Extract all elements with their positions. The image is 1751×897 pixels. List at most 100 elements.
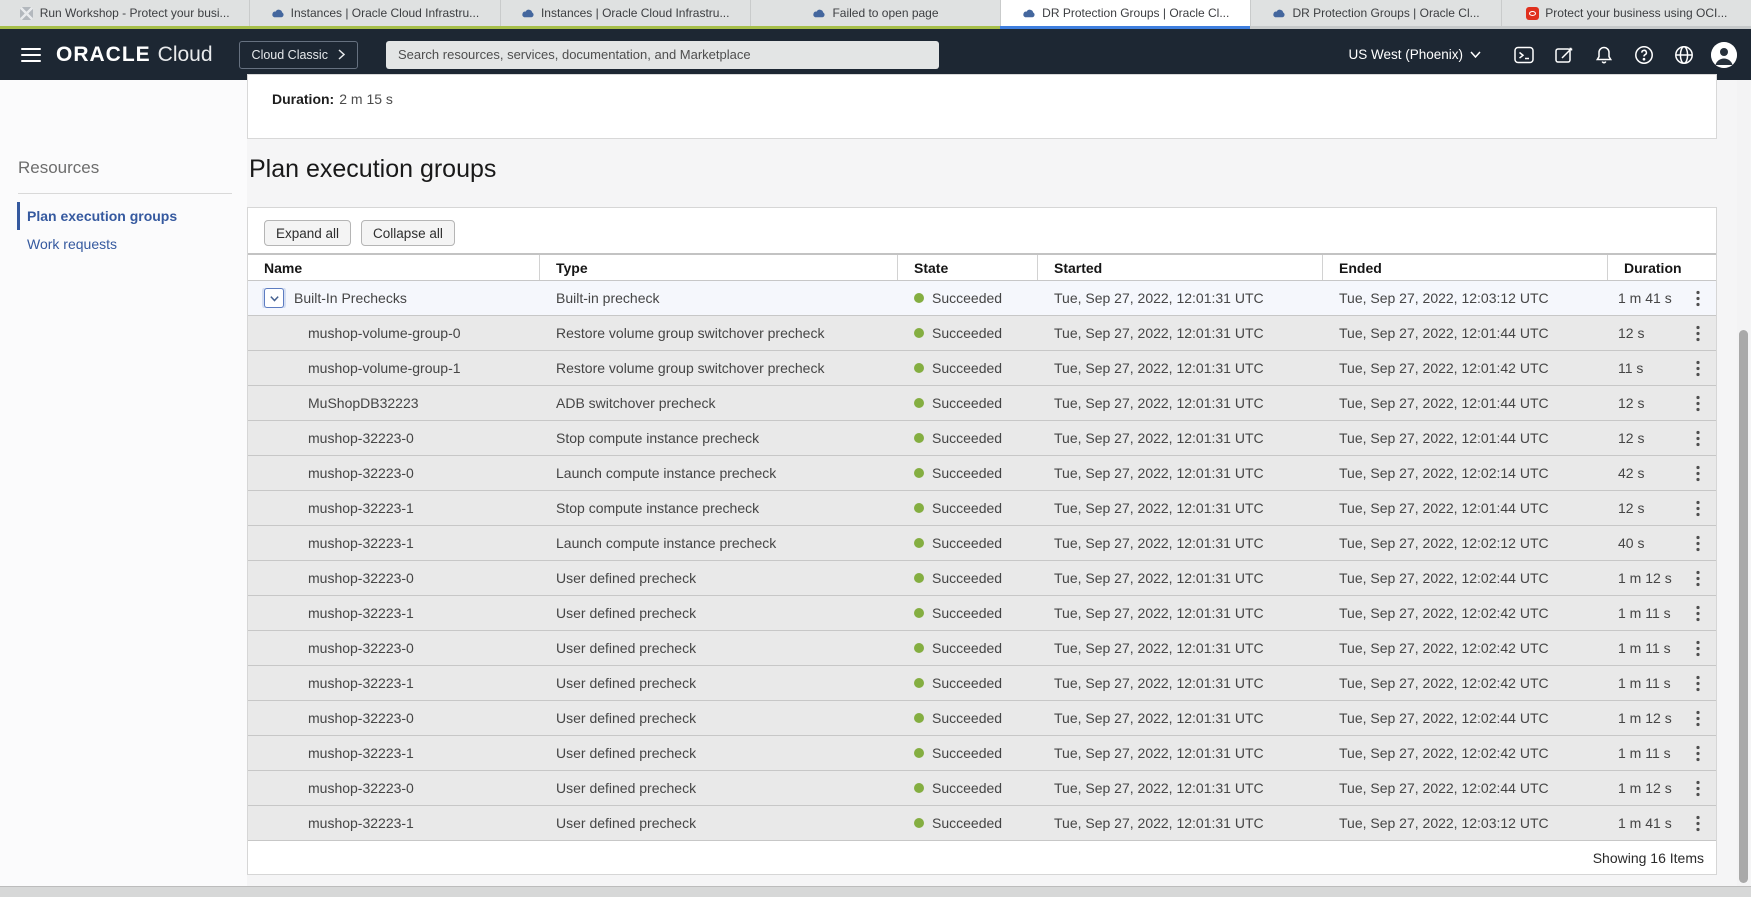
browser-tab[interactable]: Failed to open page: [751, 0, 1001, 26]
table-row: Built-In PrechecksBuilt-in precheckSucce…: [248, 281, 1716, 316]
cell-state: Succeeded: [898, 500, 1038, 516]
row-actions-kebab-icon[interactable]: [1688, 743, 1708, 764]
status-dot-icon: [914, 643, 924, 653]
row-name: mushop-32223-0: [308, 710, 414, 726]
cell-started: Tue, Sep 27, 2022, 12:01:31 UTC: [1038, 290, 1323, 306]
cloud-icon: [271, 6, 285, 20]
row-actions-kebab-icon[interactable]: [1688, 323, 1708, 344]
table-row: mushop-32223-1User defined precheckSucce…: [248, 596, 1716, 631]
expand-all-button[interactable]: Expand all: [264, 220, 351, 246]
table-row: mushop-32223-1User defined precheckSucce…: [248, 736, 1716, 771]
browser-tab[interactable]: Run Workshop - Protect your busi...: [0, 0, 250, 26]
table-actions: Expand all Collapse all: [248, 208, 1716, 253]
cell-name: mushop-32223-0: [248, 465, 540, 481]
notifications-icon[interactable]: [1587, 38, 1621, 72]
profile-icon[interactable]: [1711, 42, 1737, 68]
browser-tab[interactable]: Protect your business using OCI...: [1502, 0, 1751, 26]
row-name: mushop-volume-group-1: [308, 360, 461, 376]
sidebar-nav: Plan execution groupsWork requests: [0, 202, 247, 258]
row-name: mushop-32223-1: [308, 745, 414, 761]
row-actions-kebab-icon[interactable]: [1688, 638, 1708, 659]
cell-type: Launch compute instance precheck: [540, 465, 898, 481]
workshop-icon: [20, 6, 34, 20]
row-actions-kebab-icon[interactable]: [1688, 498, 1708, 519]
cell-duration: 12 s: [1608, 393, 1716, 414]
cloud-shell-icon[interactable]: [1507, 38, 1541, 72]
cell-ended: Tue, Sep 27, 2022, 12:01:44 UTC: [1323, 500, 1608, 516]
collapse-row-button[interactable]: [264, 288, 284, 308]
table-row: mushop-32223-0User defined precheckSucce…: [248, 701, 1716, 736]
row-actions-kebab-icon[interactable]: [1688, 673, 1708, 694]
column-header-state: State: [898, 255, 1038, 281]
status-dot-icon: [914, 538, 924, 548]
row-name: mushop-32223-0: [308, 640, 414, 656]
cell-type: Restore volume group switchover precheck: [540, 325, 898, 341]
language-icon[interactable]: [1667, 38, 1701, 72]
sidebar-item-plan-execution-groups[interactable]: Plan execution groups: [17, 202, 247, 230]
cell-state: Succeeded: [898, 780, 1038, 796]
browser-tab[interactable]: Instances | Oracle Cloud Infrastru...: [250, 0, 500, 26]
cell-name: mushop-32223-1: [248, 815, 540, 831]
row-actions-kebab-icon[interactable]: [1688, 708, 1708, 729]
cell-state: Succeeded: [898, 430, 1038, 446]
browser-tab[interactable]: DR Protection Groups | Oracle Cl...: [1251, 0, 1501, 26]
plan-execution-groups-card: Expand all Collapse all Name Type State …: [247, 207, 1717, 875]
row-actions-kebab-icon[interactable]: [1688, 428, 1708, 449]
table-body: Built-In PrechecksBuilt-in precheckSucce…: [248, 281, 1716, 841]
page-title: Plan execution groups: [249, 155, 496, 184]
edit-icon[interactable]: [1547, 38, 1581, 72]
cell-started: Tue, Sep 27, 2022, 12:01:31 UTC: [1038, 465, 1323, 481]
row-actions-kebab-icon[interactable]: [1688, 603, 1708, 624]
cell-ended: Tue, Sep 27, 2022, 12:02:42 UTC: [1323, 605, 1608, 621]
row-actions-kebab-icon[interactable]: [1688, 568, 1708, 589]
duration-label: Duration:: [272, 91, 334, 107]
brand-oracle: ORACLE: [56, 43, 151, 67]
cell-name: mushop-32223-1: [248, 745, 540, 761]
scrollbar-thumb[interactable]: [1739, 330, 1748, 883]
duration-text: 12 s: [1618, 325, 1644, 341]
duration-text: 40 s: [1618, 535, 1644, 551]
collapse-all-button[interactable]: Collapse all: [361, 220, 455, 246]
status-text: Succeeded: [932, 290, 1002, 306]
tab-title: Failed to open page: [832, 6, 938, 20]
browser-tab[interactable]: Instances | Oracle Cloud Infrastru...: [501, 0, 751, 26]
duration-text: 1 m 12 s: [1618, 710, 1672, 726]
row-name: MuShopDB32223: [308, 395, 419, 411]
cell-duration: 1 m 41 s: [1608, 813, 1716, 834]
cell-started: Tue, Sep 27, 2022, 12:01:31 UTC: [1038, 395, 1323, 411]
status-text: Succeeded: [932, 430, 1002, 446]
row-actions-kebab-icon[interactable]: [1688, 813, 1708, 834]
tab-strip-edge: [0, 26, 1751, 29]
status-text: Succeeded: [932, 500, 1002, 516]
cell-started: Tue, Sep 27, 2022, 12:01:31 UTC: [1038, 640, 1323, 656]
cell-started: Tue, Sep 27, 2022, 12:01:31 UTC: [1038, 360, 1323, 376]
row-actions-kebab-icon[interactable]: [1688, 393, 1708, 414]
cell-state: Succeeded: [898, 605, 1038, 621]
row-actions-kebab-icon[interactable]: [1688, 463, 1708, 484]
cell-type: User defined precheck: [540, 605, 898, 621]
row-actions-kebab-icon[interactable]: [1688, 358, 1708, 379]
status-text: Succeeded: [932, 605, 1002, 621]
cell-type: Stop compute instance precheck: [540, 430, 898, 446]
sidebar-item-work-requests[interactable]: Work requests: [17, 230, 247, 258]
row-actions-kebab-icon[interactable]: [1688, 778, 1708, 799]
duration-text: 1 m 41 s: [1618, 815, 1672, 831]
row-actions-kebab-icon[interactable]: [1688, 288, 1708, 309]
cloud-classic-button[interactable]: Cloud Classic: [239, 41, 358, 69]
cell-state: Succeeded: [898, 710, 1038, 726]
browser-tab[interactable]: DR Protection Groups | Oracle Cl...: [1001, 0, 1251, 26]
row-name: mushop-32223-0: [308, 465, 414, 481]
cell-duration: 12 s: [1608, 498, 1716, 519]
cell-name: mushop-32223-0: [248, 780, 540, 796]
cell-state: Succeeded: [898, 360, 1038, 376]
column-header-duration: Duration: [1608, 255, 1716, 281]
search-input[interactable]: [386, 41, 939, 69]
cloud-icon: [1272, 6, 1286, 20]
menu-icon[interactable]: [14, 38, 48, 72]
row-actions-kebab-icon[interactable]: [1688, 533, 1708, 554]
help-icon[interactable]: [1627, 38, 1661, 72]
cell-type: Restore volume group switchover precheck: [540, 360, 898, 376]
region-selector[interactable]: US West (Phoenix): [1342, 46, 1487, 63]
cell-duration: 1 m 11 s: [1608, 638, 1716, 659]
cell-started: Tue, Sep 27, 2022, 12:01:31 UTC: [1038, 675, 1323, 691]
